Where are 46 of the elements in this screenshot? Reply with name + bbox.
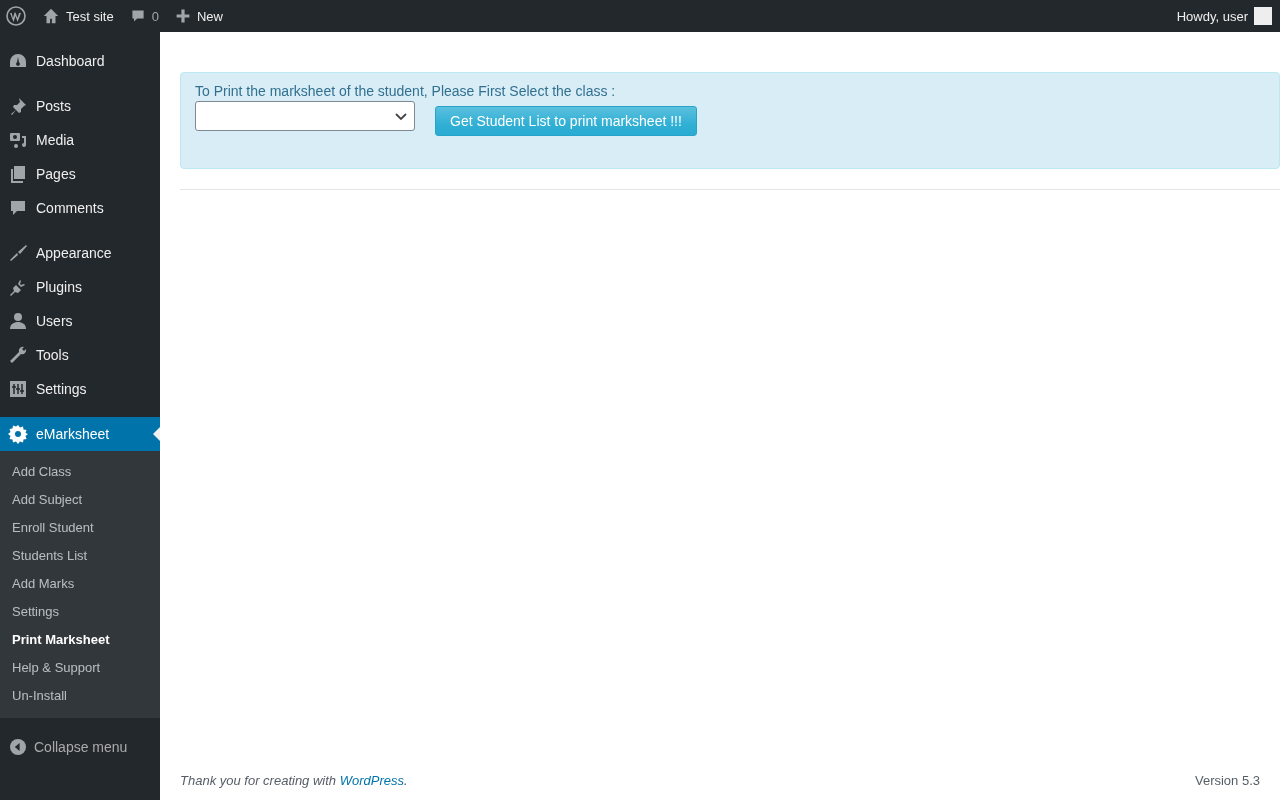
camera-music-icon xyxy=(8,130,28,150)
account-link[interactable]: Howdy, user xyxy=(1168,0,1272,32)
speech-bubble-icon xyxy=(129,8,146,24)
avatar-icon xyxy=(1254,7,1272,25)
home-icon xyxy=(42,7,60,25)
plug-icon xyxy=(8,277,28,297)
menu-item[interactable]: Media xyxy=(0,123,160,157)
comments-link[interactable]: 0 xyxy=(121,0,167,32)
menu-item[interactable]: Dashboard xyxy=(0,44,160,78)
submenu-item[interactable]: Settings xyxy=(0,598,160,626)
select-class-prompt: To Print the marksheet of the student, Please First Select the class : xyxy=(195,83,616,99)
class-dropdown[interactable] xyxy=(195,101,415,131)
site-name-link[interactable]: Test site xyxy=(34,0,122,32)
user-icon xyxy=(8,311,28,331)
wrench-icon xyxy=(8,345,28,365)
new-link[interactable]: New xyxy=(166,0,231,32)
current-page-pointer-icon xyxy=(153,427,160,441)
menu-item[interactable]: Plugins xyxy=(0,270,160,304)
menu-item[interactable]: Appearance xyxy=(0,236,160,270)
plus-icon xyxy=(174,8,191,24)
menu-item[interactable]: Settings xyxy=(0,372,160,406)
menu-item[interactable]: Users xyxy=(0,304,160,338)
left-arrow-circle-icon xyxy=(10,739,26,755)
menu-item[interactable]: Comments xyxy=(0,191,160,225)
sliders-icon xyxy=(8,379,28,399)
submenu-item[interactable]: Enroll Student xyxy=(0,514,160,542)
submenu-item[interactable]: Students List xyxy=(0,542,160,570)
speech-bubble-icon xyxy=(8,198,28,218)
submenu-item[interactable]: Add Subject xyxy=(0,486,160,514)
submenu-item[interactable]: Print Marksheet xyxy=(0,626,160,654)
submenu-item[interactable]: Add Class xyxy=(0,458,160,486)
pages-icon xyxy=(8,164,28,184)
submenu-item[interactable]: Help & Support xyxy=(0,654,160,682)
menu-item[interactable]: Tools xyxy=(0,338,160,372)
menu-item[interactable]: Posts xyxy=(0,89,160,123)
submenu-item[interactable]: Un-Install xyxy=(0,682,160,710)
menu-item[interactable]: Pages xyxy=(0,157,160,191)
menu-item[interactable]: eMarksheet xyxy=(0,417,160,451)
wordpress-logo-icon[interactable] xyxy=(6,6,26,26)
wordpress-link[interactable]: WordPress xyxy=(339,773,404,788)
footer-thanks: Thank you for creating with WordPress. xyxy=(180,773,408,788)
paintbrush-icon xyxy=(8,243,28,263)
collapse-menu-button[interactable]: Collapse menu xyxy=(0,729,160,755)
version-text: Version 5.3 xyxy=(1194,773,1260,788)
gear-icon xyxy=(8,424,28,444)
submenu-item[interactable]: Add Marks xyxy=(0,570,160,598)
